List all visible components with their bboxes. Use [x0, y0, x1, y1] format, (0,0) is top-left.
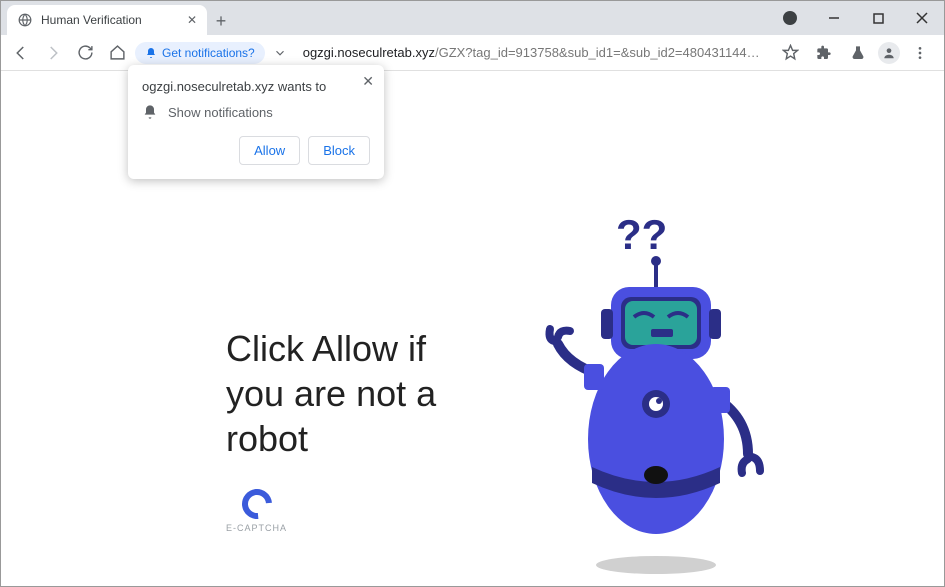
menu-icon[interactable]	[906, 39, 934, 67]
close-icon[interactable]: ✕	[362, 73, 374, 90]
captcha-badge: E-CAPTCHA	[226, 489, 287, 533]
extensions-icon[interactable]	[810, 39, 838, 67]
close-window-button[interactable]	[900, 3, 944, 33]
profile-avatar[interactable]	[878, 42, 900, 64]
notification-chip[interactable]: Get notifications?	[135, 42, 265, 64]
star-icon[interactable]	[776, 39, 804, 67]
bell-icon	[142, 104, 158, 120]
maximize-button[interactable]	[856, 3, 900, 33]
notification-permission-popup: ✕ ogzgi.noseculretab.xyz wants to Show n…	[128, 65, 384, 179]
window-titlebar: Human Verification ✕ +	[1, 1, 944, 35]
headline-line-1: Click Allow if	[226, 326, 436, 371]
block-button[interactable]: Block	[308, 136, 370, 165]
home-button[interactable]	[103, 39, 131, 67]
permission-origin: ogzgi.noseculretab.xyz wants to	[142, 79, 370, 94]
labs-icon[interactable]	[844, 39, 872, 67]
notification-chip-label: Get notifications?	[162, 46, 255, 60]
globe-icon	[17, 12, 33, 28]
reload-button[interactable]	[71, 39, 99, 67]
window-controls	[768, 1, 944, 35]
close-tab-icon[interactable]: ✕	[187, 13, 197, 27]
forward-button[interactable]	[39, 39, 67, 67]
circle-icon[interactable]	[768, 3, 812, 33]
address-bar[interactable]: ogzgi.noseculretab.xyz/GZX?tag_id=913758…	[295, 45, 772, 60]
headline-line-3: robot	[226, 416, 436, 461]
url-path: /GZX?tag_id=913758&sub_id1=&sub_id2=4804…	[435, 45, 772, 60]
chevron-down-icon[interactable]	[273, 46, 287, 60]
minimize-button[interactable]	[812, 3, 856, 33]
tab-title: Human Verification	[41, 13, 179, 27]
question-marks-icon: ??	[616, 211, 667, 258]
page-headline: Click Allow if you are not a robot	[226, 326, 436, 461]
back-button[interactable]	[7, 39, 35, 67]
url-host: ogzgi.noseculretab.xyz	[303, 45, 435, 60]
bell-icon	[145, 47, 157, 59]
captcha-label: E-CAPTCHA	[226, 523, 287, 533]
allow-button[interactable]: Allow	[239, 136, 300, 165]
browser-tab[interactable]: Human Verification ✕	[7, 5, 207, 35]
headline-line-2: you are not a	[226, 371, 436, 416]
robot-illustration: ??	[526, 209, 786, 549]
captcha-logo-icon	[235, 483, 277, 525]
permission-item-label: Show notifications	[168, 105, 273, 120]
new-tab-button[interactable]: +	[207, 7, 235, 35]
